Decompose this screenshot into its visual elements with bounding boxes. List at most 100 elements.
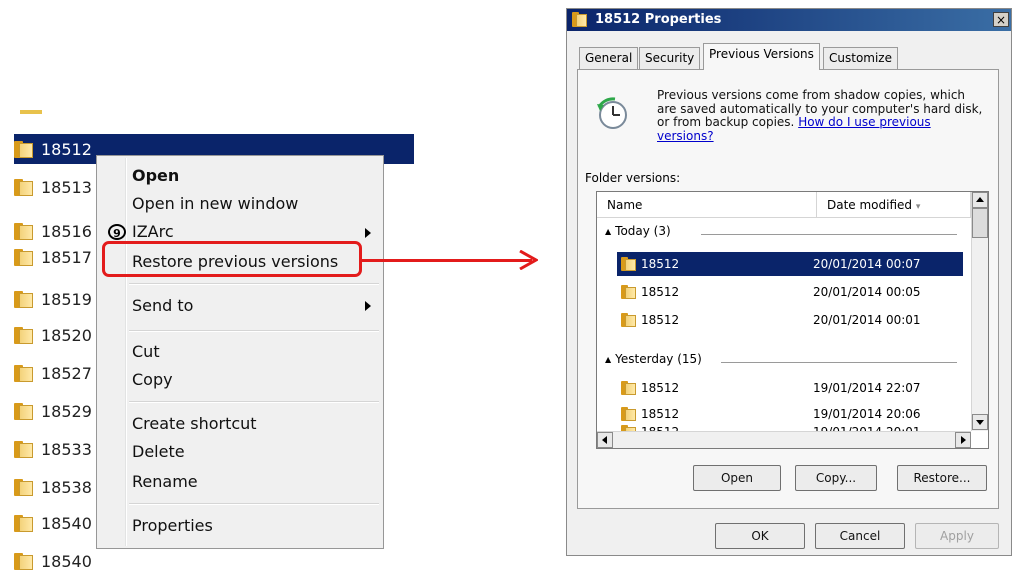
file-name: 18529 [41,401,92,421]
ok-button[interactable]: OK [715,523,805,549]
cancel-button[interactable]: Cancel [815,523,905,549]
file-name: 18538 [41,477,92,497]
menu-item-properties[interactable]: Properties [132,516,213,535]
scroll-right-button[interactable] [955,432,971,448]
menu-item-open-new-window[interactable]: Open in new window [132,194,298,213]
version-date: 19/01/2014 20:06 [813,407,921,421]
tab-customize[interactable]: Customize [823,47,898,69]
version-date: 20/01/2014 00:01 [813,313,921,327]
folder-icon [14,140,34,158]
menu-separator [129,401,379,403]
folder-icon [621,285,637,299]
scroll-left-button[interactable] [597,432,613,448]
file-item[interactable]: 18533 [14,434,92,464]
file-item[interactable]: 18519 [14,284,92,314]
horizontal-scrollbar[interactable] [597,431,971,448]
group-header-yesterday[interactable]: ▲ Yesterday (15) [605,352,702,366]
folder-icon [621,407,637,421]
menu-item-send-to[interactable]: Send to [132,296,193,315]
version-row[interactable]: 18512 20/01/2014 00:01 [617,308,963,332]
izarc-icon: 9 [108,224,126,240]
scroll-down-button[interactable] [972,414,988,430]
group-divider [721,362,957,363]
file-item[interactable]: 18527 [14,358,92,388]
collapse-triangle-icon: ▲ [605,226,612,236]
column-header-date-modified[interactable]: Date modified ▾ [817,192,971,218]
restore-highlight-box [102,241,362,277]
file-item[interactable]: 18538 [14,472,92,502]
arrow-right-icon [519,250,538,270]
file-name: 18527 [41,363,92,383]
version-date: 19/01/2014 22:07 [813,381,921,395]
folder-icon [621,381,637,395]
title-bar[interactable]: 18512 Properties × [567,9,1011,31]
version-row[interactable]: 18512 20/01/2014 00:05 [617,280,963,304]
tab-previous-versions[interactable]: Previous Versions [703,43,820,70]
folder-icon [14,290,34,308]
folder-icon [14,326,34,344]
folder-icon [14,402,34,420]
folder-partial-top [20,110,42,114]
folder-icon [621,313,637,327]
folder-icon [14,178,34,196]
folder-icon [572,12,587,27]
scroll-thumb[interactable] [972,208,988,238]
menu-separator [129,503,379,505]
file-name: 18520 [41,325,92,345]
dialog-title: 18512 Properties [595,12,722,27]
folder-icon [14,440,34,458]
file-item[interactable]: 18529 [14,396,92,426]
column-header-name[interactable]: Name [597,192,817,218]
tab-security[interactable]: Security [639,47,701,69]
callout-arrow-line [362,259,532,262]
file-item[interactable]: 18520 [14,320,92,350]
folder-icon [14,514,34,532]
menu-item-create-shortcut[interactable]: Create shortcut [132,414,257,433]
submenu-arrow-icon [365,228,371,238]
folder-icon [14,552,34,570]
menu-item-copy[interactable]: Copy [132,370,173,389]
menu-item-izarc[interactable]: IZArc [132,222,174,241]
file-name: 18517 [41,247,92,267]
info-text: Previous versions come from shadow copie… [657,88,983,143]
group-header-today[interactable]: ▲ Today (3) [605,224,671,238]
version-date: 20/01/2014 00:05 [813,285,921,299]
vertical-scrollbar[interactable] [971,192,988,431]
file-item[interactable]: 18540 [14,546,92,576]
collapse-triangle-icon: ▲ [605,354,612,364]
tab-general[interactable]: General [579,47,639,69]
file-name: 18540 [41,551,92,571]
version-row[interactable]: 18512 19/01/2014 22:07 [617,376,963,400]
file-item[interactable]: 18517 [14,242,92,272]
restore-button[interactable]: Restore... [897,465,987,491]
apply-button[interactable]: Apply [915,523,999,549]
file-name: 18513 [41,177,92,197]
file-name: 18519 [41,289,92,309]
previous-versions-clock-icon [597,97,627,129]
open-button[interactable]: Open [693,465,781,491]
file-name: 18512 [41,139,92,159]
group-divider [701,234,957,235]
file-item[interactable]: 18513 [14,172,92,202]
version-row[interactable]: 18512 19/01/2014 20:06 [617,402,963,426]
folder-icon [14,222,34,240]
menu-item-rename[interactable]: Rename [132,472,198,491]
versions-list: Name Date modified ▾ ▲ Today (3) 18512 2… [596,191,989,449]
menu-item-open[interactable]: Open [132,166,179,185]
copy-button[interactable]: Copy... [795,465,877,491]
folder-icon [14,478,34,496]
scroll-up-button[interactable] [972,192,988,208]
menu-separator [129,283,379,285]
file-name: 18533 [41,439,92,459]
folder-icon [621,257,637,271]
close-button[interactable]: × [993,12,1009,27]
version-row[interactable]: 18512 20/01/2014 00:07 [617,252,963,276]
file-name: 18540 [41,513,92,533]
submenu-arrow-icon [365,301,371,311]
menu-item-cut[interactable]: Cut [132,342,160,361]
folder-icon [14,364,34,382]
menu-item-delete[interactable]: Delete [132,442,185,461]
file-name: 18516 [41,221,92,241]
file-item[interactable]: 18540 [14,508,92,538]
context-menu: Open Open in new window 9 IZArc Restore … [96,155,384,549]
